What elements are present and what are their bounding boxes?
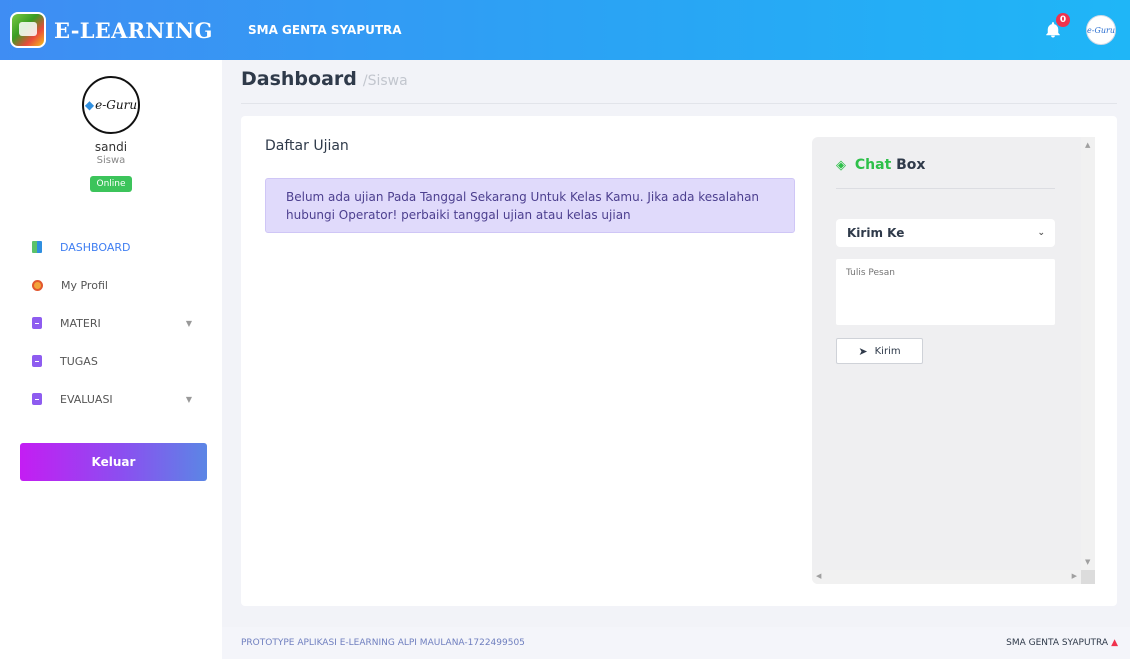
user-role: Siswa <box>96 155 126 166</box>
paper-plane-icon: ➤ <box>858 344 868 358</box>
chat-title-rest: Box <box>896 157 926 173</box>
document-icon <box>32 317 42 329</box>
scroll-down-icon[interactable]: ▼ <box>1085 558 1090 566</box>
sidebar-item-materi[interactable]: MATERI ▼ <box>0 304 222 342</box>
send-button-label: Kirim <box>874 345 901 357</box>
sidebar: ◆ e-Guru sandi Siswa Online DASHBOARD My… <box>0 60 222 659</box>
chat-box-panel: ◈ Chat Box Kirim Ke ⌄ ➤ Kirim ▲ ▼ ◀ ▶ <box>812 137 1095 584</box>
logout-button[interactable]: Keluar <box>20 443 207 481</box>
exam-list-title: Daftar Ujian <box>265 138 349 154</box>
scroll-left-icon[interactable]: ◀ <box>816 572 821 580</box>
sidebar-item-label: EVALUASI <box>60 392 113 406</box>
user-name: sandi <box>94 140 128 154</box>
dashboard-icon <box>32 241 42 253</box>
notification-button[interactable]: 0 <box>1042 13 1070 41</box>
footer-credit: PROTOTYPE APLIKASI E-LEARNING ALPI MAULA… <box>241 638 525 648</box>
school-logo-icon <box>10 12 46 48</box>
main-card: Daftar Ujian Belum ada ujian Pada Tangga… <box>241 116 1117 606</box>
sidebar-item-label: TUGAS <box>60 354 98 368</box>
recipient-select-value: Kirim Ke <box>847 226 905 240</box>
sidebar-item-label: DASHBOARD <box>60 240 131 254</box>
page-subtitle: /Siswa <box>362 73 408 89</box>
footer-school-label: SMA GENTA SYAPUTRA <box>1006 638 1109 648</box>
sidebar-item-label: MATERI <box>60 316 101 330</box>
footer: PROTOTYPE APLIKASI E-LEARNING ALPI MAULA… <box>222 627 1130 659</box>
document-icon <box>32 393 42 405</box>
scrollbar-corner <box>1081 570 1095 584</box>
scroll-up-icon[interactable]: ▲ <box>1085 141 1090 149</box>
notification-badge: 0 <box>1056 13 1070 27</box>
page-header: Dashboard /Siswa <box>241 68 1117 104</box>
chat-title-highlight: Chat <box>854 157 892 173</box>
message-input[interactable] <box>836 259 1055 325</box>
graduation-cap-icon: ▲ <box>1111 638 1118 648</box>
send-button[interactable]: ➤ Kirim <box>836 338 923 364</box>
page-title: Dashboard <box>241 68 357 90</box>
recipient-select[interactable]: Kirim Ke ⌄ <box>836 219 1055 247</box>
school-name: SMA GENTA SYAPUTRA <box>248 23 402 37</box>
chevron-down-icon: ▼ <box>185 394 192 404</box>
chat-box-title: ◈ Chat Box <box>836 157 1055 189</box>
horizontal-scrollbar[interactable]: ◀ ▶ <box>812 570 1081 584</box>
sidebar-menu: DASHBOARD My Profil MATERI ▼ TUGAS EVALU… <box>0 228 222 418</box>
sidebar-item-label: My Profil <box>61 278 108 292</box>
brand-title: E-LEARNING <box>54 17 213 43</box>
vertical-scrollbar[interactable]: ▲ ▼ <box>1081 137 1095 570</box>
sidebar-item-my-profil[interactable]: My Profil <box>0 266 222 304</box>
chevron-down-icon: ▼ <box>185 318 192 328</box>
chat-bubbles-icon: ◈ <box>836 158 846 173</box>
chevron-down-icon: ⌄ <box>1037 228 1045 238</box>
exam-alert: Belum ada ujian Pada Tanggal Sekarang Un… <box>265 178 795 233</box>
document-icon <box>32 355 42 367</box>
avatar: ◆ e-Guru <box>82 76 140 134</box>
sidebar-profile: ◆ e-Guru sandi Siswa Online <box>0 60 222 192</box>
graduation-cap-icon: ◆ <box>84 98 95 112</box>
scroll-right-icon[interactable]: ▶ <box>1072 572 1077 580</box>
sidebar-item-evaluasi[interactable]: EVALUASI ▼ <box>0 380 222 418</box>
sidebar-item-dashboard[interactable]: DASHBOARD <box>0 228 222 266</box>
footer-school: SMA GENTA SYAPUTRA ▲ <box>1006 638 1118 648</box>
brand[interactable]: E-LEARNING <box>0 0 222 60</box>
user-avatar-button[interactable]: e-Guru <box>1086 15 1116 45</box>
top-navbar: E-LEARNING SMA GENTA SYAPUTRA 0 e-Guru <box>0 0 1130 60</box>
sidebar-item-tugas[interactable]: TUGAS <box>0 342 222 380</box>
avatar-label: e-Guru <box>95 98 138 112</box>
status-badge: Online <box>90 176 132 192</box>
profile-icon <box>32 279 43 291</box>
avatar-label: e-Guru <box>1087 25 1115 35</box>
top-right-actions: 0 e-Guru <box>1042 0 1116 60</box>
